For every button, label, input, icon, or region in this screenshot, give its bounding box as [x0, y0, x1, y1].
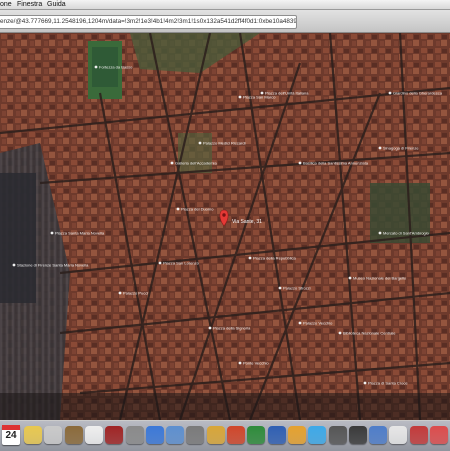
- place-label: Palazzo Medici Riccardi: [203, 141, 246, 146]
- skype-icon[interactable]: [308, 426, 327, 444]
- calendar-icon[interactable]: 24: [2, 425, 20, 445]
- place-label: Galleria dell'Accademia: [175, 161, 217, 166]
- terminal-icon[interactable]: [348, 426, 367, 444]
- place-label: Basilica della Santissima Annunziata: [303, 161, 369, 166]
- station-roof: [0, 173, 36, 303]
- iphoto-icon[interactable]: [186, 426, 205, 444]
- place-label: Palazzo Vecchio: [303, 321, 333, 326]
- place-marker-icon[interactable]: [348, 276, 352, 280]
- photobooth-icon[interactable]: [328, 426, 347, 444]
- place-label: Piazza San Lorenzo: [163, 261, 200, 266]
- finder-face-icon[interactable]: [206, 426, 225, 444]
- menu-bar: one Finestra Guida: [0, 0, 450, 10]
- place-marker-icon[interactable]: [94, 65, 98, 69]
- system-prefs-icon[interactable]: [125, 426, 144, 444]
- place-label: Fortezza da Basso: [99, 65, 133, 70]
- place-label: Palazzo Strozzi: [283, 286, 311, 291]
- place-marker-icon[interactable]: [238, 95, 242, 99]
- safari-icon[interactable]: [145, 426, 164, 444]
- excel-icon[interactable]: [247, 426, 266, 444]
- place-marker-icon[interactable]: [176, 207, 180, 211]
- place-label: Stazione di Firenze Santa Maria Novella: [17, 263, 89, 268]
- place-marker-icon[interactable]: [338, 331, 342, 335]
- place-label: Ponte Vecchio: [243, 361, 269, 366]
- place-label: Sinagoga di Firenze: [383, 146, 419, 151]
- place-marker-icon[interactable]: [118, 291, 122, 295]
- place-label: Museo Nazionale del Bargello: [353, 276, 407, 281]
- powerpoint-icon[interactable]: [227, 426, 245, 444]
- place-label: Piazza del Duomo: [181, 207, 214, 212]
- place-marker-icon[interactable]: [170, 161, 174, 165]
- place-marker-icon[interactable]: [248, 256, 252, 260]
- place-marker-icon[interactable]: [198, 141, 202, 145]
- itunes-icon[interactable]: [409, 426, 428, 444]
- mail-icon[interactable]: [166, 426, 185, 444]
- place-marker-icon[interactable]: [208, 326, 212, 330]
- place-marker-icon[interactable]: [298, 321, 302, 325]
- place-marker-icon[interactable]: [363, 381, 367, 385]
- map-bottom-shade: [0, 393, 450, 420]
- place-marker-icon[interactable]: [388, 91, 392, 95]
- outlook-icon[interactable]: [287, 426, 306, 444]
- place-label: Piazza della Signoria: [213, 326, 251, 331]
- browser-toolbar: enze/@43.777669,11.2548196,1204m/data=!3…: [0, 10, 450, 33]
- textedit-icon[interactable]: [84, 426, 103, 444]
- menu-item-help[interactable]: Guida: [47, 0, 66, 9]
- address-bar[interactable]: enze/@43.777669,11.2548196,1204m/data=!3…: [0, 15, 297, 29]
- place-label: Biblioteca Nazionale Centrale: [343, 331, 396, 336]
- dock: 24: [0, 420, 450, 451]
- photos-icon[interactable]: [430, 426, 448, 444]
- place-marker-icon[interactable]: [298, 161, 302, 165]
- place-label: Mercato di Sant'Ambrogio: [383, 231, 430, 236]
- image-preview-icon[interactable]: [44, 426, 63, 444]
- pin-label: Via Sante, 31: [232, 219, 262, 225]
- calendar-day: 24: [5, 430, 17, 441]
- place-marker-icon[interactable]: [158, 261, 162, 265]
- dictionary-icon[interactable]: [105, 426, 124, 444]
- place-label: Piazza San Marco: [243, 95, 276, 100]
- place-marker-icon[interactable]: [238, 361, 242, 365]
- word-icon[interactable]: [267, 426, 286, 444]
- place-marker-icon[interactable]: [278, 286, 282, 290]
- satellite-map[interactable]: Piazza dell'Unità Italiana Piazza Santa M…: [0, 33, 450, 420]
- place-label: Piazza Santa Maria Novella: [55, 231, 105, 236]
- place-label: Palazzo Pucci: [123, 291, 148, 296]
- menu-item-one[interactable]: one: [0, 0, 12, 9]
- place-marker-icon[interactable]: [378, 231, 382, 235]
- address-book-icon[interactable]: [64, 426, 83, 444]
- finder-notes-icon[interactable]: [24, 426, 42, 444]
- place-label: Giardino della Gherardesca: [393, 91, 443, 96]
- place-marker-icon[interactable]: [378, 146, 382, 150]
- place-marker-icon[interactable]: [12, 263, 16, 267]
- place-marker-icon[interactable]: [50, 231, 54, 235]
- place-label: Piazza di Santa Croce: [368, 381, 408, 386]
- preview-icon[interactable]: [369, 426, 388, 444]
- menu-item-window[interactable]: Finestra: [17, 0, 42, 9]
- place-label: Piazza della Repubblica: [253, 256, 296, 261]
- chrome-icon[interactable]: [389, 426, 408, 444]
